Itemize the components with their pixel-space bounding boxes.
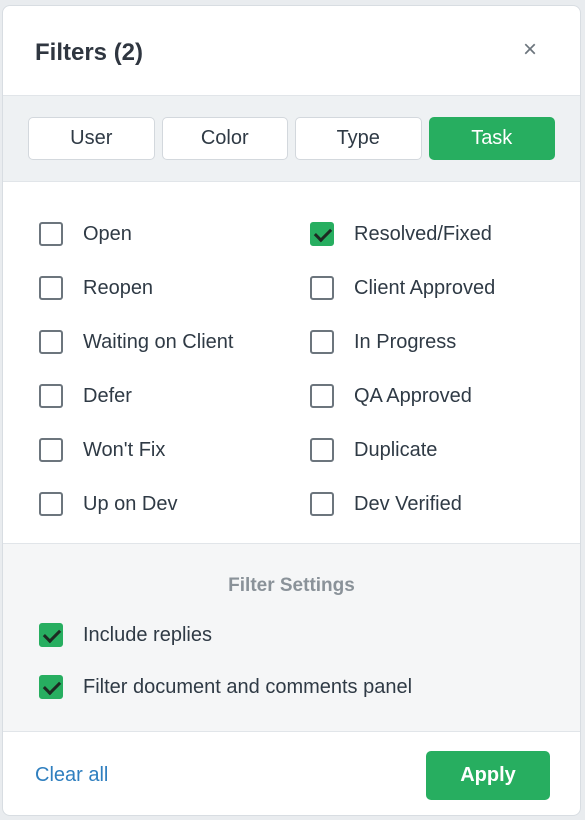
panel-header: Filters (2) × <box>3 6 580 96</box>
status-option-open[interactable]: Open <box>39 207 233 261</box>
status-option-reopen[interactable]: Reopen <box>39 261 233 315</box>
filter-settings-section: Filter Settings Include replies Filter d… <box>3 544 580 732</box>
status-label: Up on Dev <box>83 492 178 515</box>
panel-title: Filters (2) <box>35 39 144 66</box>
status-label: QA Approved <box>354 384 472 407</box>
status-label: Reopen <box>83 276 154 299</box>
checkbox-defer[interactable] <box>39 384 63 408</box>
tab-color[interactable]: Color <box>161 117 288 160</box>
checkbox-open[interactable] <box>39 222 63 246</box>
checkbox-dev-verified[interactable] <box>310 492 334 516</box>
status-option-dev-verified[interactable]: Dev Verified <box>310 477 495 531</box>
checkbox-up-on-dev[interactable] <box>39 492 63 516</box>
tab-task[interactable]: Task <box>428 117 555 160</box>
panel-footer: Clear all Apply <box>3 732 580 815</box>
checkbox-client-approved[interactable] <box>310 276 334 300</box>
checkbox-include-replies[interactable] <box>39 623 63 647</box>
status-option-wont-fix[interactable]: Won't Fix <box>39 423 233 477</box>
tab-type[interactable]: Type <box>295 117 422 160</box>
setting-include-replies[interactable]: Include replies <box>39 609 412 661</box>
checkbox-resolved-fixed[interactable] <box>310 222 334 246</box>
status-option-client-approved[interactable]: Client Approved <box>310 261 495 315</box>
setting-label: Filter document and comments panel <box>83 675 413 698</box>
checkbox-qa-approved[interactable] <box>310 384 334 408</box>
status-option-up-on-dev[interactable]: Up on Dev <box>39 477 233 531</box>
checkbox-reopen[interactable] <box>39 276 63 300</box>
apply-button[interactable]: Apply <box>426 751 550 800</box>
status-label: Defer <box>83 384 132 407</box>
clear-all-link[interactable]: Clear all <box>35 764 108 787</box>
status-label: Won't Fix <box>83 438 166 461</box>
status-column-right: Resolved/Fixed Client Approved In Progre… <box>310 207 495 531</box>
checkbox-filter-document-comments[interactable] <box>39 675 63 699</box>
status-option-duplicate[interactable]: Duplicate <box>310 423 495 477</box>
filter-settings-options: Include replies Filter document and comm… <box>39 609 412 713</box>
checkbox-in-progress[interactable] <box>310 330 334 354</box>
setting-label: Include replies <box>83 623 212 646</box>
close-icon[interactable]: × <box>518 38 542 62</box>
status-label: Open <box>83 222 132 245</box>
filters-panel: Filters (2) × User Color Type Task Open … <box>2 5 581 816</box>
status-label: Client Approved <box>354 276 496 299</box>
status-option-waiting-on-client[interactable]: Waiting on Client <box>39 315 233 369</box>
checkbox-duplicate[interactable] <box>310 438 334 462</box>
status-label: Waiting on Client <box>83 330 234 353</box>
setting-filter-document-comments[interactable]: Filter document and comments panel <box>39 661 412 713</box>
status-filter-list: Open Reopen Waiting on Client Defer Won'… <box>3 182 580 544</box>
filter-tabs: User Color Type Task <box>3 96 580 182</box>
status-label: Duplicate <box>354 438 438 461</box>
status-option-qa-approved[interactable]: QA Approved <box>310 369 495 423</box>
status-label: Dev Verified <box>354 492 462 515</box>
checkbox-waiting-on-client[interactable] <box>39 330 63 354</box>
status-label: In Progress <box>354 330 457 353</box>
status-option-in-progress[interactable]: In Progress <box>310 315 495 369</box>
status-label: Resolved/Fixed <box>354 222 492 245</box>
status-column-left: Open Reopen Waiting on Client Defer Won'… <box>39 207 233 531</box>
status-option-resolved-fixed[interactable]: Resolved/Fixed <box>310 207 495 261</box>
checkbox-wont-fix[interactable] <box>39 438 63 462</box>
status-option-defer[interactable]: Defer <box>39 369 233 423</box>
filter-settings-title: Filter Settings <box>228 575 355 596</box>
tab-user[interactable]: User <box>28 117 155 160</box>
